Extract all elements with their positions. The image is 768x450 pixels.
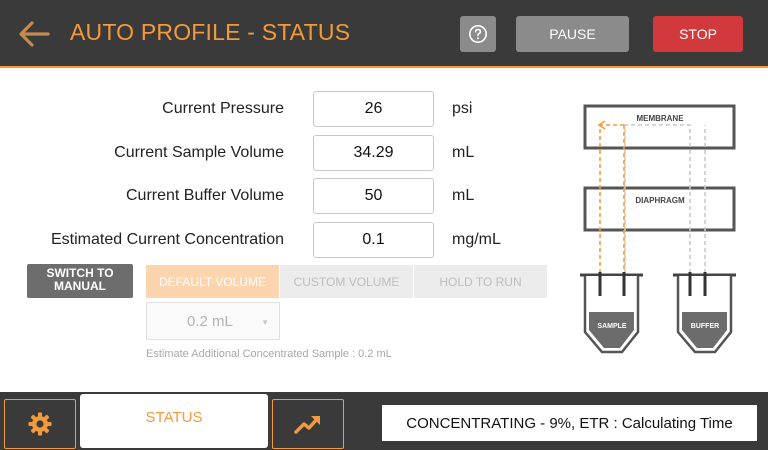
trend-button[interactable]	[272, 399, 344, 449]
estimate-text: Estimate Additional Concentrated Sample …	[146, 348, 392, 360]
status-message: CONCENTRATING - 9%, ETR : Calculating Ti…	[382, 405, 757, 441]
header-bar: AUTO PROFILE - STATUS PAUSE STOP	[0, 0, 768, 68]
pressure-label: Current Pressure	[162, 100, 284, 117]
buffer-label: BUFFER	[691, 323, 719, 330]
reading-row-sample-volume: Current Sample Volume 34.29 mL	[0, 135, 540, 171]
chevron-down-icon: ▼	[261, 318, 269, 327]
pressure-unit: psi	[452, 100, 473, 117]
sample-volume-value: 34.29	[313, 135, 434, 171]
trending-up-icon	[294, 416, 320, 434]
help-button[interactable]	[460, 16, 496, 52]
membrane-label: MEMBRANE	[636, 114, 684, 123]
tab-status[interactable]: STATUS	[80, 394, 268, 448]
page-title: AUTO PROFILE - STATUS	[70, 19, 351, 45]
concentration-label: Estimated Current Concentration	[51, 231, 284, 248]
volume-select[interactable]: 0.2 mL ▼	[146, 302, 280, 340]
sample-label: SAMPLE	[597, 323, 627, 330]
help-circle-icon	[469, 25, 487, 43]
footer-bar: STATUS CONCENTRATING - 9%, ETR : Calcula…	[0, 392, 768, 450]
gear-icon	[28, 412, 52, 436]
concentration-unit: mg/mL	[452, 231, 501, 248]
pressure-value: 26	[313, 91, 434, 127]
back-button[interactable]	[14, 16, 54, 52]
pause-button[interactable]: PAUSE	[516, 16, 629, 52]
mode-default-volume[interactable]: DEFAULT VOLUME	[146, 265, 279, 298]
buffer-volume-unit: mL	[452, 187, 475, 204]
flow-diagram: MEMBRANE DIAPHRAGM SAMPLE BUFFER	[580, 104, 736, 354]
reading-row-concentration: Estimated Current Concentration 0.1 mg/m…	[0, 222, 540, 258]
buffer-volume-label: Current Buffer Volume	[125, 187, 284, 204]
sample-volume-unit: mL	[452, 144, 475, 161]
concentration-value: 0.1	[313, 222, 434, 258]
stop-button[interactable]: STOP	[653, 16, 743, 52]
diaphragm-label: DIAPHRAGM	[635, 196, 685, 205]
membrane-box	[583, 104, 736, 150]
diaphragm-box	[583, 186, 736, 232]
switch-to-manual-label: SWITCH TO MANUAL	[46, 266, 114, 293]
mode-custom-volume[interactable]: CUSTOM VOLUME	[280, 265, 413, 298]
sample-volume-label: Current Sample Volume	[114, 144, 284, 161]
arrow-left-icon	[19, 21, 50, 47]
settings-button[interactable]	[4, 399, 76, 449]
volume-select-value: 0.2 mL	[187, 312, 233, 330]
buffer-volume-value: 50	[313, 178, 434, 214]
reading-row-buffer-volume: Current Buffer Volume 50 mL	[0, 178, 540, 214]
reading-row-pressure: Current Pressure 26 psi	[0, 91, 540, 127]
mode-hold-to-run[interactable]: HOLD TO RUN	[414, 265, 547, 298]
switch-to-manual-button[interactable]: SWITCH TO MANUAL	[27, 264, 133, 298]
